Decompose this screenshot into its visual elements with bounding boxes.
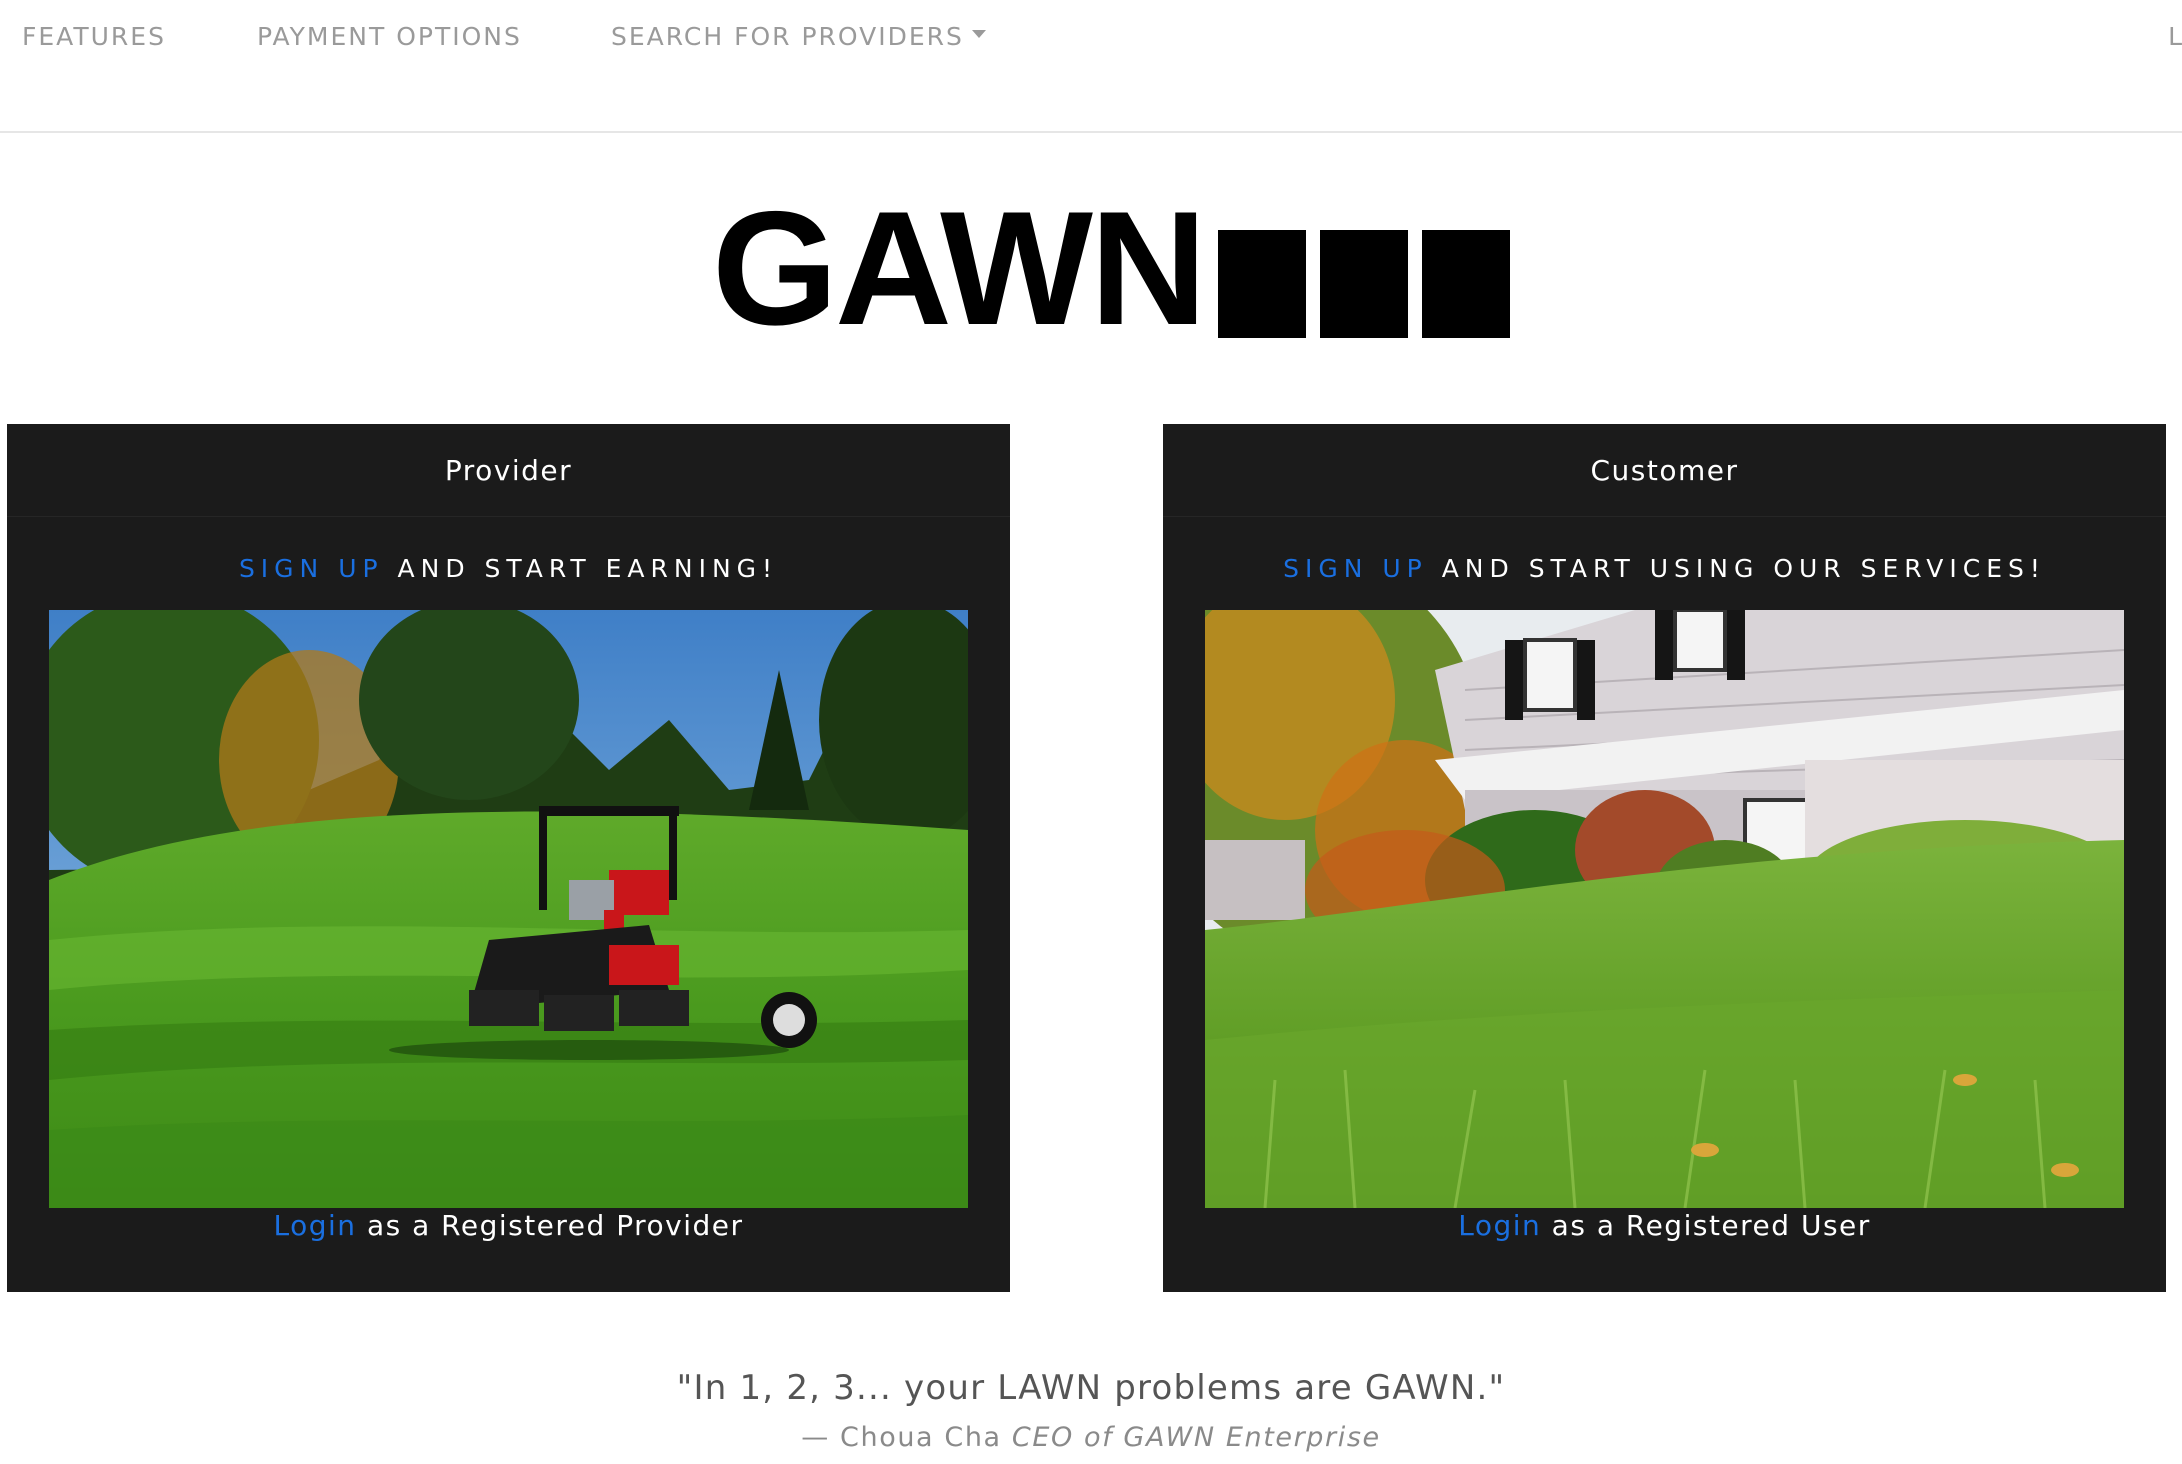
provider-login-text: as a Registered Provider (366, 1209, 744, 1242)
caret-down-icon (971, 30, 986, 38)
provider-card: Provider SIGN UP AND START EARNING! Logi… (7, 424, 1010, 1292)
customer-card-title: Customer (1590, 453, 1739, 487)
quote-attribution: — Choua Cha CEO of GAWN Enterprise (0, 1422, 2182, 1453)
provider-card-title: Provider (444, 453, 573, 487)
logo-block-3 (1421, 230, 1510, 338)
provider-login-link[interactable]: Login (273, 1209, 356, 1242)
brand-logo: GAWN (712, 188, 1510, 350)
nav-features-link[interactable]: FEATURES (22, 22, 166, 51)
house-lawn-photo (1205, 610, 2124, 1208)
provider-signup-line: SIGN UP AND START EARNING! (7, 554, 1010, 583)
customer-signup-text: AND START USING OUR SERVICES! (1441, 554, 2046, 583)
provider-image (49, 610, 968, 1208)
quote-author-title: CEO of GAWN Enterprise (1011, 1422, 1381, 1453)
logo-block-1 (1217, 230, 1306, 338)
golf-mower-photo (49, 610, 968, 1208)
customer-login-link[interactable]: Login (1458, 1209, 1541, 1242)
quote-author: — Choua Cha (801, 1422, 1002, 1453)
customer-card: Customer SIGN UP AND START USING OUR SER… (1163, 424, 2166, 1292)
nav-search-providers-dropdown[interactable]: SEARCH FOR PROVIDERS (611, 22, 986, 51)
nav-cutoff-item[interactable]: L (2168, 22, 2182, 51)
customer-signup-line: SIGN UP AND START USING OUR SERVICES! (1163, 554, 2166, 583)
provider-signup-text: AND START EARNING! (397, 554, 779, 583)
customer-image (1205, 610, 2124, 1208)
provider-login-line: Login as a Registered Provider (7, 1209, 1010, 1242)
customer-signup-link[interactable]: SIGN UP (1283, 554, 1428, 583)
top-navbar: FEATURES PAYMENT OPTIONS SEARCH FOR PROV… (0, 0, 2182, 133)
logo-text: GAWN (712, 178, 1207, 359)
logo-block-2 (1319, 230, 1408, 338)
nav-payment-options-link[interactable]: PAYMENT OPTIONS (257, 22, 522, 51)
customer-card-header: Customer (1163, 424, 2166, 517)
provider-card-header: Provider (7, 424, 1010, 517)
customer-login-text: as a Registered User (1551, 1209, 1871, 1242)
tagline-quote: "In 1, 2, 3... your LAWN problems are GA… (676, 1368, 1506, 1408)
provider-signup-link[interactable]: SIGN UP (239, 554, 384, 583)
nav-search-providers-label: SEARCH FOR PROVIDERS (611, 22, 964, 51)
customer-login-line: Login as a Registered User (1163, 1209, 2166, 1242)
